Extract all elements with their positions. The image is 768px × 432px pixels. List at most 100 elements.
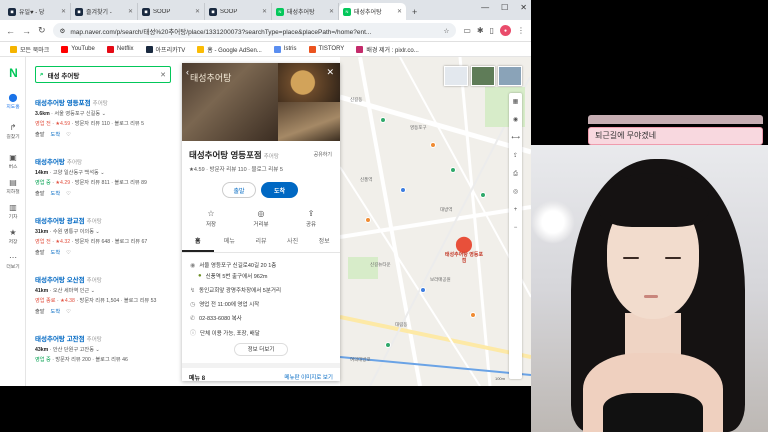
nav-item-more[interactable]: ⋯ 더보기: [0, 253, 26, 270]
tab[interactable]: ◼ SOOP ✕: [138, 3, 205, 20]
tab[interactable]: N 태성추어탕 ✕: [272, 3, 339, 20]
new-tab-button[interactable]: +: [406, 3, 423, 20]
arrive-link[interactable]: 도착: [51, 190, 61, 197]
result-title[interactable]: 태성추어탕 고잔점 추어탕: [35, 333, 175, 343]
place-photo-interior[interactable]: [278, 102, 340, 141]
map-poi[interactable]: [380, 117, 386, 123]
nav-item-map-home[interactable]: ⬤ 지도홈: [0, 93, 26, 110]
place-phone[interactable]: ✆ 02-833-6080 복사: [190, 314, 242, 323]
tab[interactable]: ◼ SOOP ✕: [205, 3, 272, 20]
map-canvas[interactable]: 신길동 영등포구 대방역 신풍역 보라매공원 신길뉴타운 대림동 여의대방로 ⬤…: [340, 57, 531, 386]
depart-link[interactable]: 출발: [35, 131, 45, 138]
nav-item-train[interactable]: ▥ 기차: [0, 203, 26, 220]
bookmark-item[interactable]: TISTORY: [308, 45, 344, 53]
tab-home[interactable]: 홈: [182, 231, 214, 252]
distance-icon[interactable]: ⟷: [509, 129, 522, 147]
result-title[interactable]: 태성추어탕 추어탕: [35, 156, 175, 166]
save-action[interactable]: ☆ 저장: [185, 209, 237, 228]
place-address[interactable]: ◉ 서울 영등포구 신길로40길 20 1층: [190, 261, 276, 270]
close-icon[interactable]: ✕: [128, 8, 133, 15]
save-icon[interactable]: ♡: [66, 132, 71, 138]
depart-link[interactable]: 출발: [35, 249, 45, 256]
result-title[interactable]: 태성추어탕 영등포점 추어탕: [35, 97, 175, 107]
menu-icon[interactable]: ⋮: [517, 26, 525, 35]
tab[interactable]: ◼ 유일♥ - 당 ✕: [4, 3, 71, 20]
close-panel-icon[interactable]: ✕: [326, 67, 334, 78]
zoom-out-icon[interactable]: −: [509, 219, 522, 237]
back-icon[interactable]: ←: [6, 26, 15, 36]
share-map-icon[interactable]: ⇪: [509, 147, 522, 165]
clear-search-icon[interactable]: ✕: [160, 71, 166, 79]
nav-item-bus[interactable]: ▣ 버스: [0, 153, 26, 170]
depart-link[interactable]: 출발: [35, 308, 45, 315]
close-icon[interactable]: ✕: [61, 8, 66, 15]
zoom-in-icon[interactable]: +: [509, 201, 522, 219]
extensions-icon[interactable]: ✱: [477, 26, 484, 35]
place-photos[interactable]: 태성추어탕 ‹ ✕: [182, 63, 340, 141]
map-layers-icon[interactable]: ▦: [509, 93, 522, 111]
more-info-button[interactable]: 정보 더보기: [234, 343, 288, 356]
tab[interactable]: ◼ 즐겨찾기 - ✕: [71, 3, 138, 20]
result-title[interactable]: 태성추어탕 광교점 추어탕: [35, 215, 175, 225]
map-poi[interactable]: [480, 192, 486, 198]
bookmark-item[interactable]: Netflix: [106, 45, 134, 53]
close-icon[interactable]: ✕: [262, 8, 267, 15]
list-item[interactable]: 태성추어탕 영등포점 추어탕 3.6km · 서울 영등포구 신길동 ⌄ 영업 전…: [35, 97, 175, 138]
map-poi[interactable]: [450, 167, 456, 173]
depart-link[interactable]: 출발: [35, 190, 45, 197]
close-icon[interactable]: ✕: [195, 8, 200, 15]
share-button[interactable]: 공유하기: [314, 151, 332, 158]
search-input[interactable]: ⌕ 태성 추어탕 ✕: [35, 66, 171, 83]
map-poi[interactable]: [470, 312, 476, 318]
close-icon[interactable]: ✕: [329, 8, 334, 15]
bookmark-star-icon[interactable]: ☆: [444, 27, 450, 35]
close-icon[interactable]: ✕: [397, 8, 402, 15]
place-photo-storefront[interactable]: 태성추어탕: [182, 63, 278, 141]
map-poi[interactable]: [430, 142, 436, 148]
save-icon[interactable]: ♡: [66, 191, 71, 197]
map-type-basic[interactable]: [444, 66, 468, 86]
save-icon[interactable]: ♡: [66, 309, 71, 315]
map-poi[interactable]: [400, 187, 406, 193]
tab-active[interactable]: N 태성추어탕 ✕: [339, 3, 406, 20]
bookmark-item[interactable]: 아프리카TV: [145, 45, 185, 54]
tab-photos[interactable]: 사진: [277, 231, 309, 252]
my-location-icon[interactable]: ◎: [509, 183, 522, 201]
site-info-icon[interactable]: ⚙: [60, 27, 66, 35]
bookmark-item[interactable]: 모든 북마크: [10, 45, 49, 54]
list-item[interactable]: 태성추어탕 광교점 추어탕 31km · 수원 영통구 이의동 ⌄ 영업 전 · …: [35, 215, 175, 256]
nav-item-saved[interactable]: ★ 저장: [0, 228, 26, 245]
maximize-icon[interactable]: ☐: [501, 3, 508, 12]
result-title[interactable]: 태성추어탕 오산점 추어탕: [35, 274, 175, 284]
map-poi[interactable]: [385, 342, 391, 348]
share-action[interactable]: ⇪ 공유: [285, 209, 337, 228]
bookmark-item[interactable]: Istris: [273, 45, 297, 53]
screenshot-icon[interactable]: ▭: [463, 26, 471, 35]
profile-avatar[interactable]: ●: [500, 25, 511, 36]
tab-info[interactable]: 정보: [308, 231, 340, 252]
list-item[interactable]: 태성추어탕 추어탕 14km · 고양 일산동구 백석동 ⌄ 영업 중 · ★4.…: [35, 156, 175, 197]
list-item[interactable]: 태성추어탕 고잔점 추어탕 43km · 안산 단원구 고잔동 ⌄ 영업 중 · …: [35, 333, 175, 363]
save-icon[interactable]: ♡: [66, 250, 71, 256]
close-window-icon[interactable]: ✕: [520, 3, 527, 12]
sidebar-icon[interactable]: ▯: [490, 26, 494, 35]
map-poi[interactable]: [420, 287, 426, 293]
tab-menu[interactable]: 메뉴: [214, 231, 246, 252]
menu-image-link[interactable]: 메뉴판 이미지로 보기: [284, 373, 333, 381]
url-field[interactable]: ⚙ map.naver.com/p/search/태성%20추어탕/place/…: [52, 23, 457, 38]
map-type-terrain[interactable]: [498, 66, 522, 86]
arrive-button[interactable]: 도착: [261, 182, 298, 198]
street-view-icon[interactable]: ◉: [509, 111, 522, 129]
depart-button[interactable]: 출발: [222, 182, 256, 198]
map-poi[interactable]: [365, 217, 371, 223]
bookmark-item[interactable]: YouTube: [61, 45, 95, 53]
nav-item-subway[interactable]: ▤ 지하철: [0, 178, 26, 195]
reload-icon[interactable]: ↻: [38, 25, 46, 36]
forward-icon[interactable]: →: [22, 26, 31, 36]
bookmark-item[interactable]: 배경 제거 : pixlr.co...: [356, 45, 419, 54]
arrive-link[interactable]: 도착: [51, 131, 61, 138]
bookmark-item[interactable]: 홈 - Google AdSen...: [197, 45, 262, 54]
arrive-link[interactable]: 도착: [51, 249, 61, 256]
print-icon[interactable]: ⎙: [509, 165, 522, 183]
arrive-link[interactable]: 도착: [51, 308, 61, 315]
